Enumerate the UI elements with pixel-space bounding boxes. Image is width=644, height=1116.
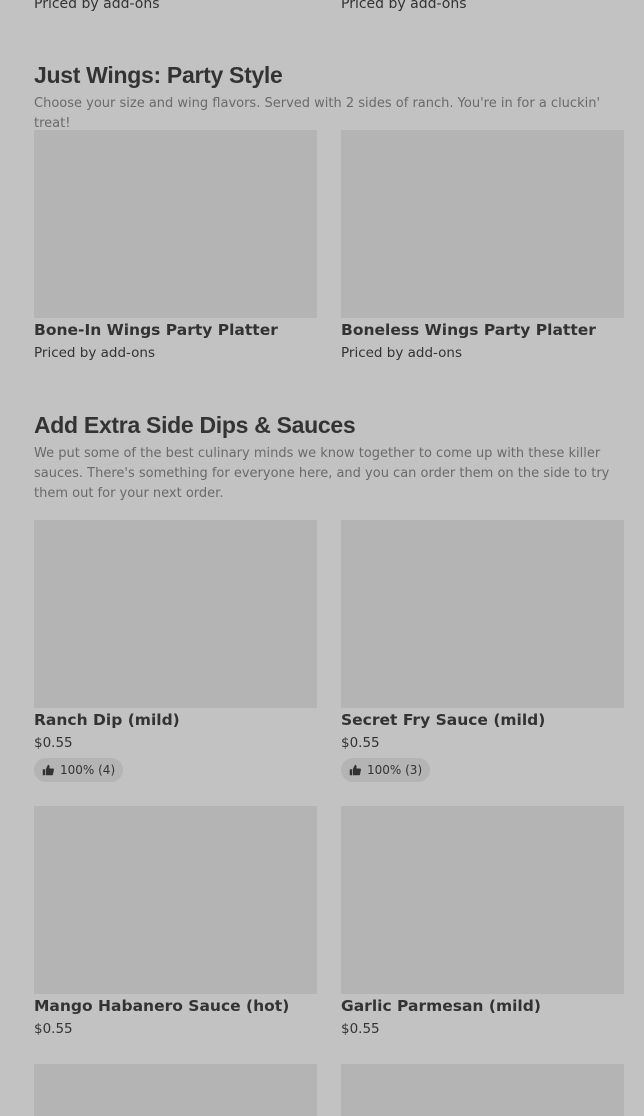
item-name[interactable]: Bone-In Wings Party Platter [34,321,278,339]
item-image[interactable] [34,130,317,318]
item-price: Priced by add-ons [341,345,463,361]
thumbs-up-icon [42,764,54,776]
menu-item-card[interactable] [341,130,624,318]
item-image[interactable] [34,520,317,708]
section-title: Just Wings: Party Style [34,62,283,88]
menu-page: Priced by add-ons Priced by add-ons Just… [0,0,644,1116]
thumbs-up-icon [349,764,361,776]
menu-item-card[interactable] [34,130,317,318]
item-image[interactable] [341,806,624,994]
section-description: Choose your size and wing flavors. Serve… [34,96,601,131]
item-image[interactable] [34,1064,317,1116]
item-price: $0.55 [341,1021,380,1037]
rating-text: 100% (3) [367,763,423,777]
item-price: $0.55 [341,735,380,751]
item-name[interactable]: Mango Habanero Sauce (hot) [34,997,289,1015]
item-image[interactable] [34,806,317,994]
item-image[interactable] [341,520,624,708]
menu-item-card[interactable] [341,806,624,994]
item-image[interactable] [341,130,624,318]
rating-badge: 100% (4) [34,758,124,782]
item-name[interactable]: Boneless Wings Party Platter [341,321,596,339]
item-name[interactable]: Garlic Parmesan (mild) [341,997,541,1015]
item-price: $0.55 [34,1021,73,1037]
menu-item-card[interactable] [341,520,624,708]
item-price: Priced by add-ons [34,345,156,361]
item-price: Priced by add-ons [341,0,467,12]
rating-badge: 100% (3) [341,758,431,782]
item-image[interactable] [341,1064,624,1116]
rating-text: 100% (4) [60,763,116,777]
item-name[interactable]: Ranch Dip (mild) [34,711,180,729]
section-title: Add Extra Side Dips & Sauces [34,412,356,438]
item-name[interactable]: Secret Fry Sauce (mild) [341,711,545,729]
menu-item-card[interactable] [34,806,317,994]
item-price: Priced by add-ons [34,0,160,12]
section-description: We put some of the best culinary minds w… [34,446,610,501]
menu-item-card[interactable] [34,520,317,708]
item-price: $0.55 [34,735,73,751]
